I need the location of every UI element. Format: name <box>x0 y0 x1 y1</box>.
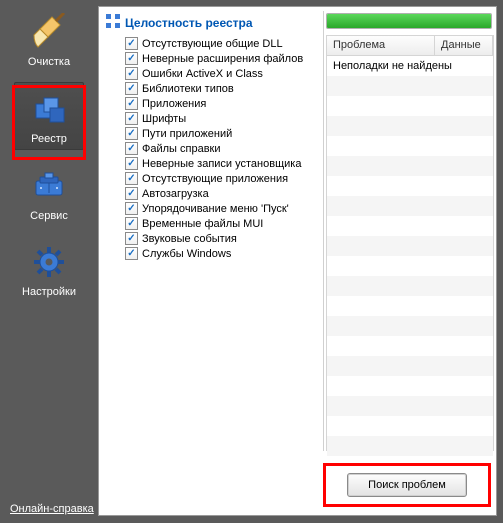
table-row <box>327 356 493 376</box>
check-label: Службы Windows <box>142 248 231 260</box>
check-item[interactable]: ✓ Отсутствующие приложения <box>125 171 317 186</box>
checkbox[interactable]: ✓ <box>125 82 138 95</box>
table-row <box>327 216 493 236</box>
progress-fill <box>327 14 491 28</box>
checkbox[interactable]: ✓ <box>125 172 138 185</box>
check-item[interactable]: ✓ Временные файлы MUI <box>125 216 317 231</box>
table-row <box>327 256 493 276</box>
nav-label: Настройки <box>16 286 82 298</box>
tools-icon <box>29 166 69 206</box>
checklist-pane: Целостность реестра ✓ Отсутствующие общие… <box>103 11 317 451</box>
table-row <box>327 276 493 296</box>
nav-label: Реестр <box>17 133 81 145</box>
scan-button[interactable]: Поиск проблем <box>347 473 467 497</box>
table-row <box>327 96 493 116</box>
results-pane: Проблема Данные Неполадки не найдены <box>323 11 494 451</box>
check-label: Звуковые события <box>142 233 237 245</box>
main-panel: Целостность реестра ✓ Отсутствующие общие… <box>98 6 497 516</box>
checkbox[interactable]: ✓ <box>125 157 138 170</box>
col-problem[interactable]: Проблема <box>327 36 435 55</box>
check-label: Приложения <box>142 98 206 110</box>
check-item[interactable]: ✓ Библиотеки типов <box>125 81 317 96</box>
registry-tree-icon <box>105 13 121 32</box>
check-label: Отсутствующие общие DLL <box>142 38 283 50</box>
check-label: Временные файлы MUI <box>142 218 263 230</box>
check-item[interactable]: ✓ Шрифты <box>125 111 317 126</box>
table-row <box>327 116 493 136</box>
table-header: Проблема Данные <box>327 36 493 56</box>
section-title: Целостность реестра <box>125 16 253 30</box>
check-label: Ошибки ActiveX и Class <box>142 68 263 80</box>
check-item[interactable]: ✓ Отсутствующие общие DLL <box>125 36 317 51</box>
table-row <box>327 176 493 196</box>
check-list: ✓ Отсутствующие общие DLL ✓ Неверные расшир… <box>125 36 317 261</box>
nav-settings[interactable]: Настройки <box>14 236 84 302</box>
nav-registry[interactable]: Реестр <box>14 82 84 150</box>
col-data[interactable]: Данные <box>435 36 493 55</box>
table-row <box>327 196 493 216</box>
checkbox[interactable]: ✓ <box>125 52 138 65</box>
table-row <box>327 136 493 156</box>
empty-message: Неполадки не найдены <box>327 58 458 74</box>
check-label: Библиотеки типов <box>142 83 234 95</box>
check-label: Автозагрузка <box>142 188 209 200</box>
check-item[interactable]: ✓ Файлы справки <box>125 141 317 156</box>
table-row <box>327 156 493 176</box>
check-item[interactable]: ✓ Ошибки ActiveX и Class <box>125 66 317 81</box>
checkbox[interactable]: ✓ <box>125 142 138 155</box>
table-row <box>327 76 493 96</box>
table-row <box>327 236 493 256</box>
checkbox[interactable]: ✓ <box>125 37 138 50</box>
check-item[interactable]: ✓ Звуковые события <box>125 231 317 246</box>
check-label: Файлы справки <box>142 143 221 155</box>
nav-label: Очистка <box>16 56 82 68</box>
checkbox[interactable]: ✓ <box>125 187 138 200</box>
checkbox[interactable]: ✓ <box>125 217 138 230</box>
table-row <box>327 396 493 416</box>
check-label: Неверные расширения файлов <box>142 53 303 65</box>
checkbox[interactable]: ✓ <box>125 67 138 80</box>
section-header: Целостность реестра <box>103 11 317 34</box>
checkbox[interactable]: ✓ <box>125 232 138 245</box>
check-label: Пути приложений <box>142 128 232 140</box>
check-label: Неверные записи установщика <box>142 158 301 170</box>
table-row <box>327 316 493 336</box>
results-table: Проблема Данные Неполадки не найдены <box>326 35 494 451</box>
check-label: Отсутствующие приложения <box>142 173 288 185</box>
table-row <box>327 296 493 316</box>
check-item[interactable]: ✓ Неверные расширения файлов <box>125 51 317 66</box>
check-item[interactable]: ✓ Пути приложений <box>125 126 317 141</box>
help-link[interactable]: Онлайн-справка <box>10 503 94 515</box>
progress-bar <box>326 13 492 29</box>
check-item[interactable]: ✓ Упорядочивание меню 'Пуск' <box>125 201 317 216</box>
check-item[interactable]: ✓ Автозагрузка <box>125 186 317 201</box>
nav-tools[interactable]: Сервис <box>14 160 84 226</box>
table-row <box>327 416 493 436</box>
registry-icon <box>29 89 69 129</box>
check-item[interactable]: ✓ Службы Windows <box>125 246 317 261</box>
nav-label: Сервис <box>16 210 82 222</box>
nav-clean[interactable]: Очистка <box>14 6 84 72</box>
table-row <box>327 376 493 396</box>
table-row: Неполадки не найдены <box>327 56 493 76</box>
checkbox[interactable]: ✓ <box>125 127 138 140</box>
table-row <box>327 336 493 356</box>
checkbox[interactable]: ✓ <box>125 202 138 215</box>
checkbox[interactable]: ✓ <box>125 112 138 125</box>
sidebar: Очистка Реестр Сервис <box>0 0 98 523</box>
check-label: Упорядочивание меню 'Пуск' <box>142 203 289 215</box>
button-area: Поиск проблем <box>323 463 494 509</box>
checkbox[interactable]: ✓ <box>125 97 138 110</box>
table-row <box>327 436 493 456</box>
checkbox[interactable]: ✓ <box>125 247 138 260</box>
check-item[interactable]: ✓ Неверные записи установщика <box>125 156 317 171</box>
check-label: Шрифты <box>142 113 186 125</box>
broom-icon <box>29 12 69 52</box>
settings-icon <box>29 242 69 282</box>
table-body: Неполадки не найдены <box>327 56 493 456</box>
check-item[interactable]: ✓ Приложения <box>125 96 317 111</box>
